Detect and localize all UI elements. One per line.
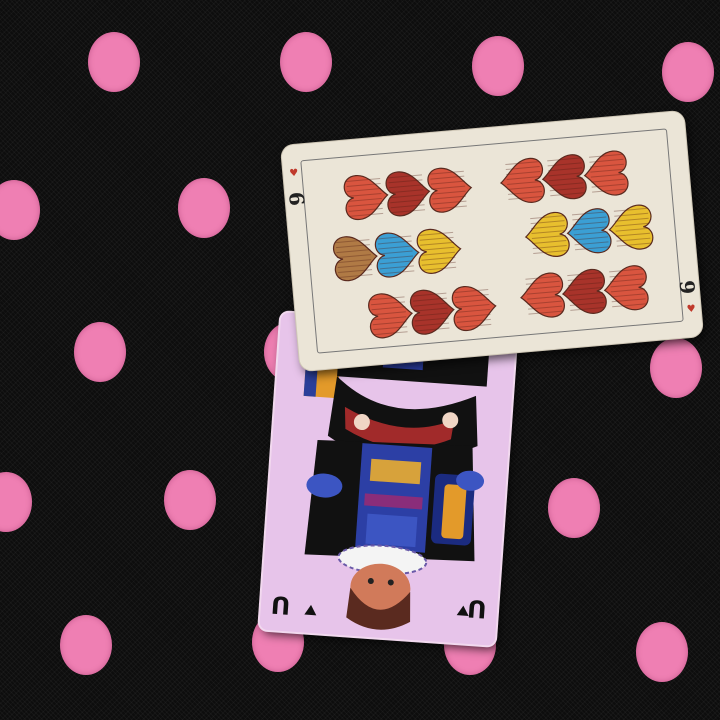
six-of-hearts-card[interactable]: 6 ♥ 6 ♥ — [280, 110, 704, 372]
polka-dot — [0, 180, 40, 240]
polka-dot — [548, 478, 600, 538]
hearts-pips — [332, 150, 654, 339]
heart-pip — [368, 293, 413, 339]
rank-index-bottom-left: U — [270, 590, 292, 620]
polka-dot — [178, 178, 230, 238]
heart-pip — [608, 204, 654, 250]
heart-pip — [583, 150, 629, 196]
rank-index-bottom-right: U — [466, 593, 488, 624]
polka-dot — [74, 322, 126, 382]
heart-pip — [566, 208, 612, 254]
polka-dot — [650, 338, 702, 398]
rank-index-bottom-right: 6 — [675, 279, 701, 296]
table-scene: U U 6 ♥ 6 ♥ — [0, 0, 720, 720]
heart-pip — [343, 175, 389, 221]
heart-icon: ♥ — [686, 303, 697, 316]
heart-icon: ♥ — [288, 167, 299, 180]
polka-dot — [0, 472, 32, 532]
polka-dot — [280, 32, 332, 92]
polka-dot — [472, 36, 524, 96]
heart-pip — [451, 286, 497, 332]
heart-pip — [603, 265, 649, 311]
rank-index-top-left: 6 — [283, 190, 310, 207]
polka-dot — [164, 470, 216, 530]
heart-pip — [409, 289, 455, 335]
heart-pip — [524, 211, 570, 257]
heart-pip — [499, 157, 545, 203]
suit-mark-left — [304, 604, 317, 616]
heart-pip — [541, 154, 587, 200]
heart-pip — [332, 236, 378, 282]
heart-pip — [561, 268, 607, 314]
polka-dot — [60, 615, 112, 675]
heart-pip — [520, 272, 566, 318]
heart-pip — [427, 167, 473, 213]
heart-pip — [385, 171, 431, 217]
heart-pip — [374, 232, 420, 278]
heart-pip — [416, 228, 462, 274]
polka-dot — [662, 42, 714, 102]
polka-dot — [636, 622, 688, 682]
polka-dot — [88, 32, 140, 92]
